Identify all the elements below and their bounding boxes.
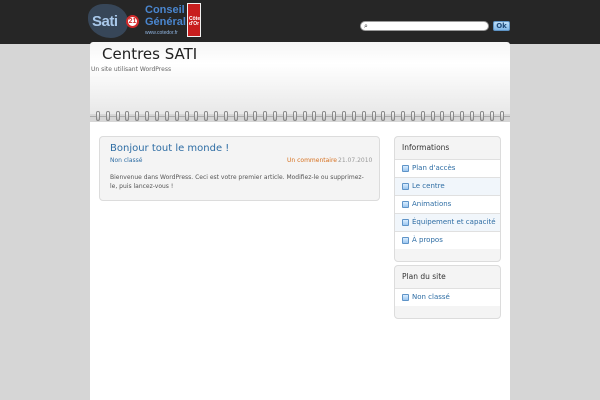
sidebar-item-le-centre[interactable]: Le centre [395, 177, 500, 195]
spiral-ring [214, 111, 219, 121]
spiral-ring [95, 111, 100, 121]
conseil-general-logo[interactable]: Conseil Général www.cotedor.fr Côte d'Or [143, 3, 203, 39]
sidebar-item-animations[interactable]: Animations [395, 195, 500, 213]
spiral-ring [410, 111, 415, 121]
spiral-ring [381, 111, 386, 121]
spiral-binding [90, 110, 510, 122]
cg-logo-url: www.cotedor.fr [145, 30, 178, 36]
post-title[interactable]: Bonjour tout le monde ! [110, 143, 229, 154]
site-title[interactable]: Centres SATI [102, 45, 197, 63]
sati-logo-text: Sati [92, 13, 118, 30]
sidebar-item-equipement[interactable]: Équipement et capacité [395, 213, 500, 231]
spiral-ring [351, 111, 356, 121]
spiral-ring [401, 111, 406, 121]
spiral-ring [263, 111, 268, 121]
sidebar-item-label[interactable]: Plan d'accès [412, 164, 455, 172]
spiral-ring [223, 111, 228, 121]
bullet-icon [402, 165, 409, 172]
spiral-ring [450, 111, 455, 121]
bullet-icon [402, 219, 409, 226]
spiral-ring [460, 111, 465, 121]
sidebar-item-plan-acces[interactable]: Plan d'accès [395, 159, 500, 177]
spiral-ring [233, 111, 238, 121]
cg-logo-line2: Général [145, 16, 186, 28]
post-card: Bonjour tout le monde ! Non classé Un co… [99, 136, 380, 201]
cg-logo-line1: Conseil [145, 4, 185, 16]
spiral-ring [322, 111, 327, 121]
spiral-ring [430, 111, 435, 121]
post-comments-link[interactable]: Un commentaire [287, 157, 337, 164]
spiral-ring [469, 111, 474, 121]
spiral-ring [154, 111, 159, 121]
spiral-ring [420, 111, 425, 121]
bullet-icon [402, 183, 409, 190]
plan-du-site-widget: Plan du site Non classé [394, 265, 501, 319]
spiral-ring [440, 111, 445, 121]
sidebar-item-label[interactable]: Équipement et capacité [412, 218, 496, 226]
sidebar-item-label[interactable]: Animations [412, 200, 451, 208]
cote-dor-badge: Côte d'Or [187, 3, 201, 37]
post-body: Bienvenue dans WordPress. Ceci est votre… [110, 174, 364, 190]
spiral-ring [371, 111, 376, 121]
spiral-ring [332, 111, 337, 121]
bullet-icon [402, 294, 409, 301]
cote-dor-badge-text: Côte d'Or [189, 16, 201, 27]
spiral-ring [105, 111, 110, 121]
spiral-ring [184, 111, 189, 121]
spiral-ring [391, 111, 396, 121]
spiral-ring [204, 111, 209, 121]
bullet-icon [402, 201, 409, 208]
spiral-ring [282, 111, 287, 121]
spiral-ring [361, 111, 366, 121]
sidebar-item-label[interactable]: Non classé [412, 293, 450, 301]
spiral-ring [145, 111, 150, 121]
search-input[interactable] [372, 22, 486, 30]
spiral-ring [164, 111, 169, 121]
spiral-ring [253, 111, 258, 121]
spiral-ring [292, 111, 297, 121]
sidebar-item-a-propos[interactable]: À propos [395, 231, 500, 249]
widget-title: Plan du site [402, 272, 446, 281]
spiral-ring [489, 111, 494, 121]
bullet-icon [402, 237, 409, 244]
spiral-ring [194, 111, 199, 121]
spiral-ring [125, 111, 130, 121]
spiral-ring [273, 111, 278, 121]
search-icon: ⌕ [364, 22, 368, 30]
informations-widget: Informations Plan d'accès Le centre Anim… [394, 136, 501, 262]
spiral-ring [499, 111, 504, 121]
sidebar-item-non-classe[interactable]: Non classé [395, 288, 500, 306]
spiral-ring [302, 111, 307, 121]
ok-button[interactable]: Ok [493, 21, 510, 31]
site-description: Un site utilisant WordPress [91, 66, 172, 73]
top-bar: Sati 21 Conseil Général www.cotedor.fr C… [0, 0, 600, 44]
spiral-ring [174, 111, 179, 121]
sidebar-item-label[interactable]: Le centre [412, 182, 445, 190]
sati-logo-badge: 21 [126, 15, 139, 28]
spiral-ring [312, 111, 317, 121]
search-box: ⌕ [360, 21, 489, 31]
post-date: 21.07.2010 [338, 157, 373, 164]
spiral-ring [115, 111, 120, 121]
sati-logo[interactable]: Sati 21 [88, 4, 140, 38]
spiral-ring [135, 111, 140, 121]
sidebar-item-label[interactable]: À propos [412, 236, 443, 244]
spiral-ring [479, 111, 484, 121]
spiral-ring [243, 111, 248, 121]
spiral-ring [342, 111, 347, 121]
widget-title: Informations [402, 143, 450, 152]
post-category[interactable]: Non classé [110, 157, 142, 164]
